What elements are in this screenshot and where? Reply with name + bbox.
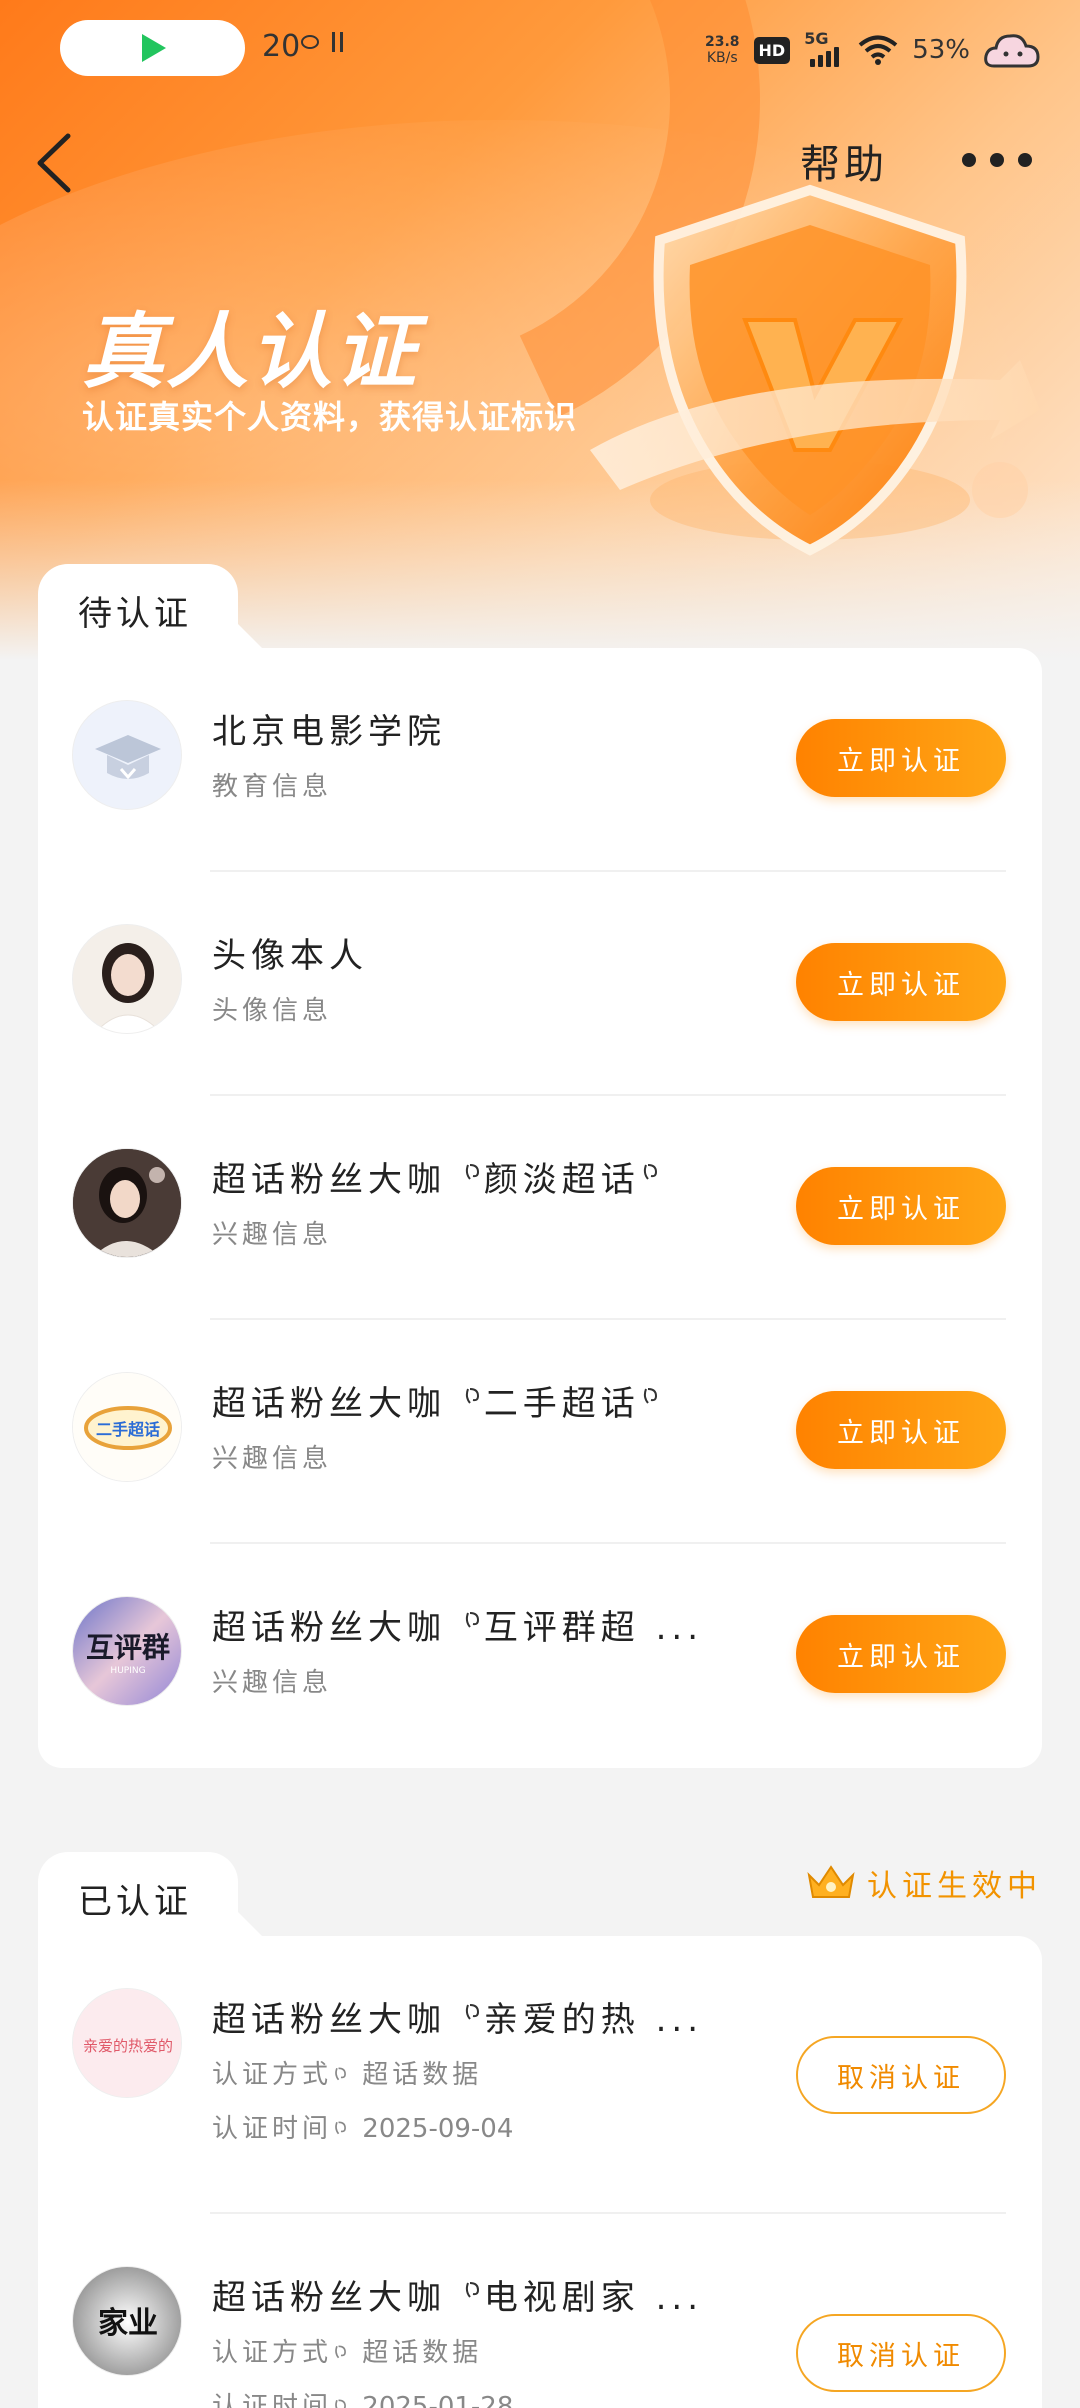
super-topic-icon <box>335 2345 346 2359</box>
verify-method: 认证方式 超话数据 <box>212 2338 483 2368</box>
verify-now-button[interactable]: 立即认证 <box>796 943 1006 1021</box>
avatar: 互评群 HUPING <box>72 1596 182 1706</box>
super-topic-icon <box>335 2067 346 2081</box>
verify-method: 认证方式 超话数据 <box>212 2060 483 2090</box>
dot-icon <box>1018 153 1032 167</box>
item-category: 兴趣信息 <box>212 1220 333 1250</box>
super-topic-icon <box>335 2399 346 2408</box>
page-title: 真人认证 <box>82 305 418 400</box>
item-title: 超话粉丝大咖 二手超话 <box>212 1376 662 1425</box>
more-options-button[interactable] <box>962 140 1032 180</box>
verified-shield-icon <box>580 170 1040 590</box>
list-item: 超话粉丝大咖 颜淡超话 兴趣信息 立即认证 <box>38 1096 1042 1320</box>
wifi-icon <box>858 35 898 65</box>
status-time: 20 <box>262 28 350 64</box>
super-topic-icon <box>335 2121 346 2135</box>
verified-card: 亲爱的热爱的 超话粉丝大咖 亲爱的热 ... 认证方式 超话数据 认证时间 20… <box>38 1936 1042 2408</box>
item-title: 北京电影学院 <box>212 712 446 752</box>
portrait-avatar-image <box>73 925 181 1033</box>
cancel-verify-button[interactable]: 取消认证 <box>796 2036 1006 2114</box>
avatar: 二手超话 <box>72 1372 182 1482</box>
super-topic-icon <box>465 1164 479 1180</box>
avatar: 家业 <box>72 2266 182 2376</box>
status-bar: 20 23.8 KB/s HD 5G 53% <box>0 0 1080 100</box>
item-title: 头像本人 <box>212 936 368 976</box>
chevron-left-icon <box>37 133 71 193</box>
back-button[interactable] <box>30 128 80 198</box>
net-speed: 23.8 KB/s <box>704 34 740 66</box>
status-badge: 认证生效中 <box>805 1860 1042 1906</box>
svg-text:二手超话: 二手超话 <box>96 1420 160 1439</box>
list-item: 亲爱的热爱的 超话粉丝大咖 亲爱的热 ... 认证方式 超话数据 认证时间 20… <box>38 1936 1042 2214</box>
notification-icons <box>301 32 344 52</box>
dot-icon <box>990 153 1004 167</box>
item-title: 超话粉丝大咖 亲爱的热 ... <box>212 2000 704 2040</box>
list-item: 二手超话 超话粉丝大咖 二手超话 兴趣信息 立即认证 <box>38 1320 1042 1544</box>
item-title: 超话粉丝大咖 颜淡超话 <box>212 1152 662 1201</box>
cloud-avatar-icon <box>984 34 1040 68</box>
list-item: 北京电影学院 教育信息 立即认证 <box>38 648 1042 872</box>
svg-text:亲爱的热爱的: 亲爱的热爱的 <box>83 2037 173 2055</box>
svg-text:互评群: 互评群 <box>86 1631 170 1664</box>
list-item: 互评群 HUPING 超话粉丝大咖 互评群超 ... 兴趣信息 立即认证 <box>38 1544 1042 1768</box>
item-title: 超话粉丝大咖 互评群超 ... <box>212 1608 704 1648</box>
item-category: 兴趣信息 <box>212 1444 333 1474</box>
super-topic-logo-image: 二手超话 <box>73 1373 181 1481</box>
super-topic-logo-image: 亲爱的热爱的 <box>73 1989 181 2097</box>
item-title: 超话粉丝大咖 电视剧家 ... <box>212 2278 704 2318</box>
verify-time: 认证时间 2025-09-04 <box>212 2114 514 2144</box>
crown-icon <box>807 1865 855 1898</box>
verify-time: 认证时间 2025-01-28 <box>212 2386 513 2408</box>
verify-now-button[interactable]: 立即认证 <box>796 719 1006 797</box>
super-topic-logo-image: 家业 <box>73 2267 181 2375</box>
item-category: 兴趣信息 <box>212 1668 333 1698</box>
super-topic-icon <box>465 2282 479 2298</box>
super-topic-icon <box>465 1388 479 1404</box>
avatar <box>72 700 182 810</box>
portrait-avatar-image <box>73 1149 181 1257</box>
item-category: 教育信息 <box>212 772 333 802</box>
super-topic-icon <box>643 1388 657 1404</box>
verify-now-button[interactable]: 立即认证 <box>796 1615 1006 1693</box>
battery-level: 53% <box>912 35 970 65</box>
verify-now-button[interactable]: 立即认证 <box>796 1391 1006 1469</box>
status-indicators: 23.8 KB/s HD 5G 53% <box>705 22 1040 78</box>
dot-icon <box>962 153 976 167</box>
hd-badge: HD <box>753 36 791 64</box>
list-item: 头像本人 头像信息 立即认证 <box>38 872 1042 1096</box>
item-category: 头像信息 <box>212 996 333 1026</box>
help-button[interactable]: 帮助 <box>800 132 888 190</box>
page-subtitle: 认证真实个人资料，获得认证标识 <box>82 398 578 436</box>
super-topic-icon <box>643 1164 657 1180</box>
play-icon <box>141 34 166 62</box>
avatar <box>72 924 182 1034</box>
graduation-cap-icon <box>95 735 161 780</box>
pending-card: 北京电影学院 教育信息 立即认证 头像本人 头像信息 立即认证 超话粉丝大咖 颜… <box>38 648 1042 1768</box>
svg-text:家业: 家业 <box>98 2306 158 2341</box>
cancel-verify-button[interactable]: 取消认证 <box>796 2314 1006 2392</box>
super-topic-logo-image: 互评群 HUPING <box>73 1597 181 1705</box>
signal-5g-icon: 5G <box>804 29 844 67</box>
avatar <box>72 1148 182 1258</box>
avatar: 亲爱的热爱的 <box>72 1988 182 2098</box>
svg-text:HUPING: HUPING <box>110 1666 145 1676</box>
media-pill[interactable] <box>60 20 245 76</box>
super-topic-icon <box>465 2004 479 2020</box>
super-topic-icon <box>465 1612 479 1628</box>
list-item: 家业 超话粉丝大咖 电视剧家 ... 认证方式 超话数据 认证时间 2025-0… <box>38 2214 1042 2408</box>
verify-now-button[interactable]: 立即认证 <box>796 1167 1006 1245</box>
